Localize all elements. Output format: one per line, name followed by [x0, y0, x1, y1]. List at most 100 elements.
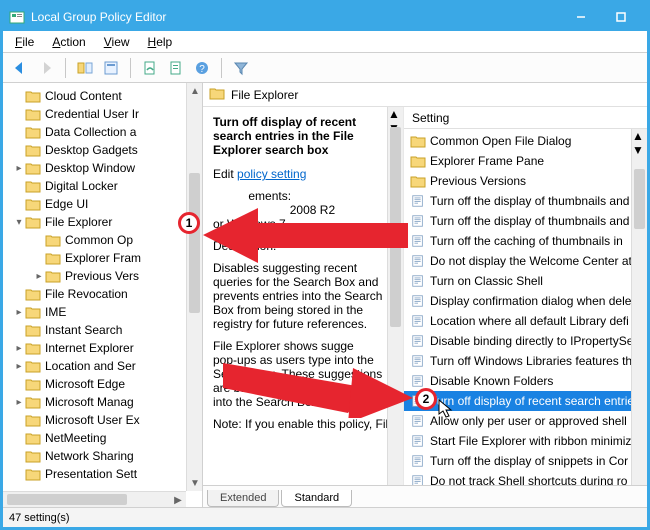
list-item[interactable]: Disable binding directly to IPropertySe	[404, 331, 647, 351]
tree-item-microsoft-manag[interactable]: ▸Microsoft Manag	[3, 393, 202, 411]
policy-setting-icon	[410, 353, 426, 369]
tree-vertical-scrollbar[interactable]: ▲ ▼	[186, 83, 202, 491]
tree-item-label: Presentation Sett	[45, 467, 137, 481]
tree-item-common-op[interactable]: Common Op	[3, 231, 202, 249]
tree-item-credential-user-ir[interactable]: Credential User Ir	[3, 105, 202, 123]
tab-extended[interactable]: Extended	[207, 490, 279, 507]
scrollbar-thumb[interactable]	[390, 127, 401, 327]
list-item[interactable]: Start File Explorer with ribbon minimiz	[404, 431, 647, 451]
edit-policy-line: Edit policy setting	[213, 167, 393, 181]
tree-item-desktop-gadgets[interactable]: Desktop Gadgets	[3, 141, 202, 159]
policy-setting-link[interactable]: policy setting	[237, 167, 306, 181]
tree-twisty-icon[interactable]: ▸	[33, 271, 45, 282]
tree-item-digital-locker[interactable]: Digital Locker	[3, 177, 202, 195]
list-item[interactable]: Turn on Classic Shell	[404, 271, 647, 291]
tree-item-label: Microsoft Edge	[45, 377, 125, 391]
tree-item-file-explorer[interactable]: ▾File Explorer	[3, 213, 202, 231]
help-button[interactable]: ?	[191, 57, 213, 79]
tree-item-cloud-content[interactable]: Cloud Content	[3, 87, 202, 105]
scrollbar-thumb[interactable]	[7, 494, 127, 505]
list-item[interactable]: Previous Versions	[404, 171, 647, 191]
tree-item-desktop-window[interactable]: ▸ Desktop Window	[3, 159, 202, 177]
right-header-title: File Explorer	[231, 88, 298, 102]
scroll-right-icon[interactable]: ▶	[170, 492, 186, 507]
tree-item-network-sharing[interactable]: Network Sharing	[3, 447, 202, 465]
list-item[interactable]: Turn off the display of thumbnails and	[404, 191, 647, 211]
list-item[interactable]: Location where all default Library defi	[404, 311, 647, 331]
properties-button[interactable]	[100, 57, 122, 79]
policy-setting-icon	[410, 333, 426, 349]
description-scrollbar[interactable]: ▲ ▼	[387, 107, 403, 485]
tree-item-previous-vers[interactable]: ▸Previous Vers	[3, 267, 202, 285]
tree-item-label: Digital Locker	[45, 179, 118, 193]
tree-twisty-icon[interactable]: ▾	[13, 217, 25, 228]
right-pane: File Explorer Turn off display of recent…	[203, 83, 647, 507]
scrollbar-thumb[interactable]	[634, 169, 645, 229]
scroll-up-icon[interactable]: ▲	[388, 107, 403, 121]
tree-item-edge-ui[interactable]: Edge UI	[3, 195, 202, 213]
list-column-header[interactable]: Setting	[404, 107, 647, 129]
maximize-button[interactable]	[601, 3, 641, 31]
tree-twisty-icon[interactable]: ▸	[13, 163, 25, 174]
list-item[interactable]: Turn off the caching of thumbnails in	[404, 231, 647, 251]
scroll-up-icon[interactable]: ▲	[187, 83, 203, 99]
export-list-button[interactable]	[165, 57, 187, 79]
folder-icon	[45, 269, 61, 283]
menu-file[interactable]: File	[7, 33, 42, 51]
scrollbar-thumb[interactable]	[189, 173, 200, 313]
tree-item-microsoft-edge[interactable]: Microsoft Edge	[3, 375, 202, 393]
list-item-label: Turn off the caching of thumbnails in	[430, 234, 623, 248]
folder-icon	[45, 251, 61, 265]
folder-icon	[25, 413, 41, 427]
menu-view[interactable]: View	[96, 33, 138, 51]
back-button[interactable]	[9, 57, 31, 79]
tree-twisty-icon[interactable]: ▸	[13, 361, 25, 372]
tree-horizontal-scrollbar[interactable]: ◀ ▶	[3, 491, 186, 507]
tree-item-ime[interactable]: ▸IME	[3, 303, 202, 321]
scroll-down-icon[interactable]: ▼	[632, 143, 647, 157]
list-item[interactable]: Do not display the Welcome Center at	[404, 251, 647, 271]
list-item[interactable]: Turn off Windows Libraries features th	[404, 351, 647, 371]
show-hide-tree-button[interactable]	[74, 57, 96, 79]
list-item[interactable]: Do not track Shell shortcuts during ro	[404, 471, 647, 485]
tree-item-file-revocation[interactable]: File Revocation	[3, 285, 202, 303]
scroll-down-icon[interactable]: ▼	[187, 475, 203, 491]
list-item[interactable]: Turn off display of recent search entrie	[404, 391, 647, 411]
policy-setting-icon	[410, 473, 426, 485]
toolbar: ?	[3, 53, 647, 83]
list-vertical-scrollbar[interactable]: ▲ ▼	[631, 129, 647, 485]
folder-icon	[25, 395, 41, 409]
list-item[interactable]: Display confirmation dialog when dele	[404, 291, 647, 311]
menu-bar: File Action View Help	[3, 31, 647, 53]
tree-item-label: Desktop Window	[45, 161, 135, 175]
list-item[interactable]: Disable Known Folders	[404, 371, 647, 391]
tree-item-microsoft-user-ex[interactable]: Microsoft User Ex	[3, 411, 202, 429]
list-item[interactable]: Allow only per user or approved shell	[404, 411, 647, 431]
tree-twisty-icon[interactable]: ▸	[13, 343, 25, 354]
menu-help[interactable]: Help	[140, 33, 181, 51]
scroll-up-icon[interactable]: ▲	[632, 129, 647, 143]
policy-setting-icon	[410, 253, 426, 269]
list-item[interactable]: Explorer Frame Pane	[404, 151, 647, 171]
folder-icon	[25, 161, 41, 175]
forward-button[interactable]	[35, 57, 57, 79]
menu-action[interactable]: Action	[44, 33, 93, 51]
list-item[interactable]: Turn off the display of thumbnails and	[404, 211, 647, 231]
list-item[interactable]: Common Open File Dialog	[404, 131, 647, 151]
window-title: Local Group Policy Editor	[31, 10, 166, 24]
tree-item-instant-search[interactable]: Instant Search	[3, 321, 202, 339]
tree-twisty-icon[interactable]: ▸	[13, 307, 25, 318]
filter-button[interactable]	[230, 57, 252, 79]
tree-item-presentation-sett[interactable]: Presentation Sett	[3, 465, 202, 483]
refresh-button[interactable]	[139, 57, 161, 79]
folder-icon	[209, 86, 225, 103]
tree-item-location-and-ser[interactable]: ▸Location and Ser	[3, 357, 202, 375]
tree-item-internet-explorer[interactable]: ▸Internet Explorer	[3, 339, 202, 357]
tree-item-netmeeting[interactable]: NetMeeting	[3, 429, 202, 447]
tree-item-explorer-fram[interactable]: Explorer Fram	[3, 249, 202, 267]
minimize-button[interactable]	[561, 3, 601, 31]
tab-standard[interactable]: Standard	[281, 490, 352, 507]
tree-twisty-icon[interactable]: ▸	[13, 397, 25, 408]
list-item[interactable]: Turn off the display of snippets in Cor	[404, 451, 647, 471]
tree-item-data-collection-a[interactable]: Data Collection a	[3, 123, 202, 141]
